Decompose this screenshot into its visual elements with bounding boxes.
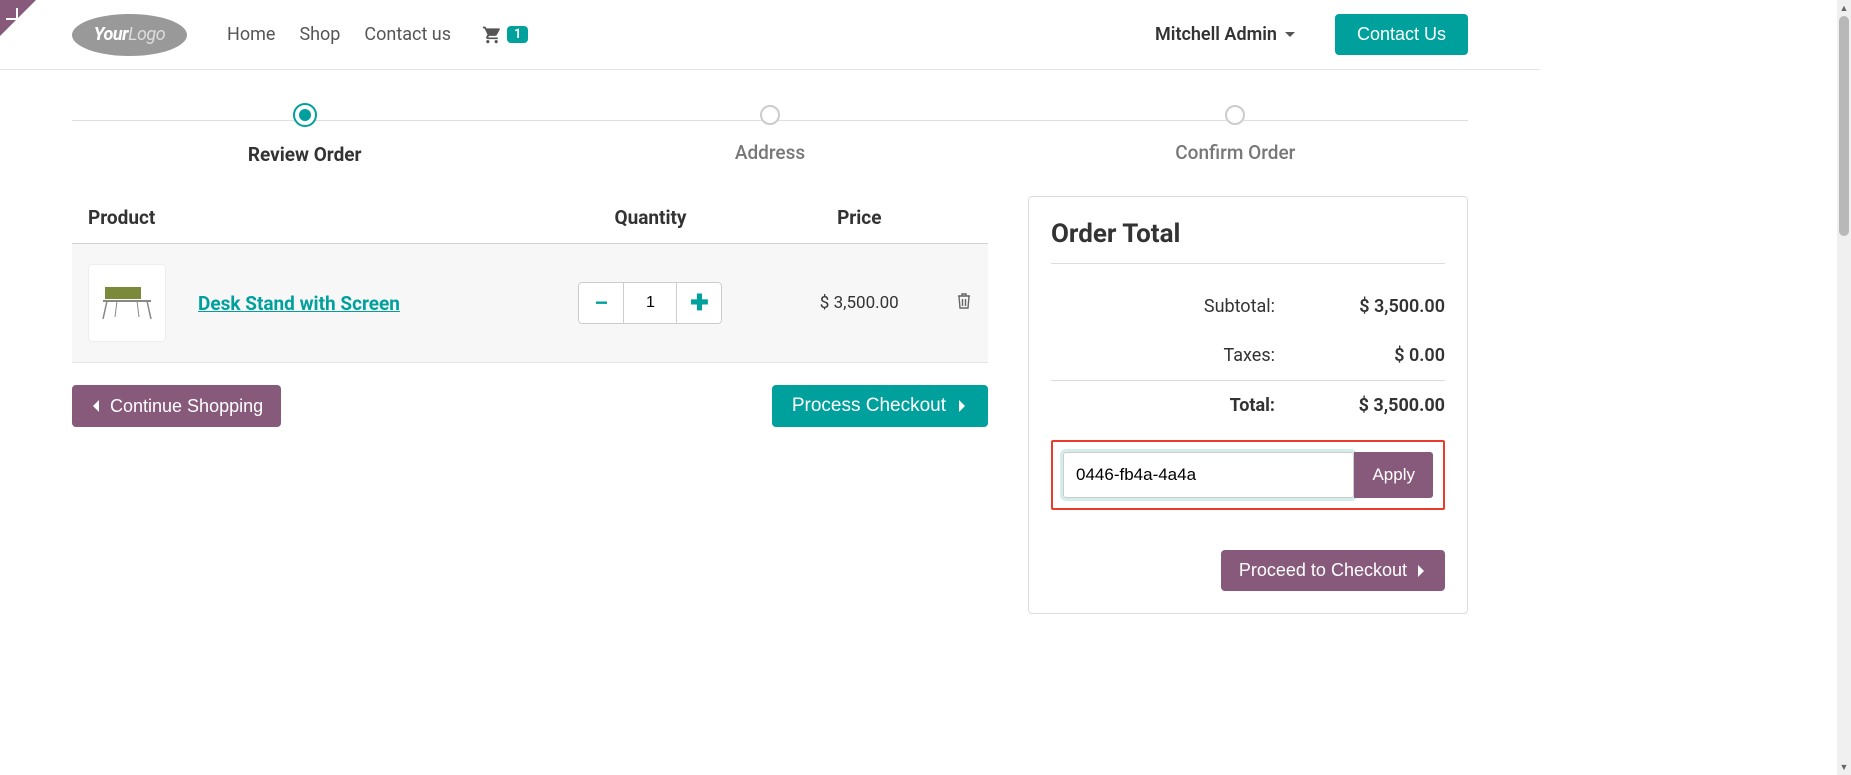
chevron-left-icon <box>90 398 102 414</box>
subtotal-label: Subtotal: <box>1051 296 1335 317</box>
table-row: Desk Stand with Screen − ✚ $ 3,500.00 <box>72 244 988 363</box>
product-name-link[interactable]: Desk Stand with Screen <box>198 292 400 315</box>
checkout-wizard: Review Order Address Confirm Order <box>0 70 1540 176</box>
step-dot-icon <box>760 105 780 125</box>
step-review[interactable]: Review Order <box>72 105 537 166</box>
cart-table: Product Quantity Price <box>72 196 988 363</box>
order-total-panel: Order Total Subtotal: $ 3,500.00 Taxes: … <box>1028 196 1468 614</box>
continue-shopping-button[interactable]: Continue Shopping <box>72 385 281 427</box>
step-dot-icon <box>293 103 317 127</box>
scroll-up-icon[interactable]: ▲ <box>1839 2 1849 14</box>
contact-us-button[interactable]: Contact Us <box>1335 14 1468 55</box>
chevron-right-icon <box>956 398 968 414</box>
logo-text-2: Logo <box>128 24 165 45</box>
total-label: Total: <box>1051 395 1335 416</box>
user-dropdown[interactable]: Mitchell Admin <box>1155 24 1295 45</box>
cart-panel: Product Quantity Price <box>72 196 988 427</box>
proceed-checkout-button[interactable]: Proceed to Checkout <box>1221 550 1445 591</box>
remove-item-button[interactable] <box>956 294 972 315</box>
site-logo[interactable]: YourLogo <box>72 14 187 56</box>
step-label: Address <box>537 141 1002 164</box>
corner-tab[interactable] <box>0 0 36 36</box>
trash-icon <box>956 292 972 310</box>
promo-code-box: Apply <box>1051 440 1445 510</box>
continue-shopping-label: Continue Shopping <box>110 396 263 417</box>
chevron-down-icon <box>1285 32 1295 37</box>
apply-promo-button[interactable]: Apply <box>1354 452 1433 498</box>
taxes-value: $ 0.00 <box>1335 345 1445 366</box>
desk-icon <box>97 283 157 323</box>
promo-code-input[interactable] <box>1063 452 1354 498</box>
step-confirm[interactable]: Confirm Order <box>1003 105 1468 166</box>
total-value: $ 3,500.00 <box>1335 395 1445 416</box>
process-checkout-button[interactable]: Process Checkout <box>772 385 988 427</box>
cart-link[interactable]: 1 <box>481 25 528 45</box>
scrollbar-thumb[interactable] <box>1839 16 1849 236</box>
step-label: Review Order <box>72 143 537 166</box>
qty-decrease-button[interactable]: − <box>579 283 623 323</box>
order-total-title: Order Total <box>1051 219 1445 264</box>
nav-shop[interactable]: Shop <box>299 24 340 45</box>
price-cell: $ 3,500.00 <box>779 244 940 363</box>
cart-icon <box>481 25 503 45</box>
main-nav: Home Shop Contact us <box>227 24 451 45</box>
user-name: Mitchell Admin <box>1155 24 1277 45</box>
cart-badge: 1 <box>507 26 528 43</box>
chevron-right-icon <box>1415 563 1427 579</box>
taxes-label: Taxes: <box>1051 345 1335 366</box>
col-product: Product <box>72 196 522 244</box>
proceed-checkout-label: Proceed to Checkout <box>1239 560 1407 581</box>
step-dot-icon <box>1225 105 1245 125</box>
process-checkout-label: Process Checkout <box>792 395 946 417</box>
nav-home[interactable]: Home <box>227 24 275 45</box>
col-quantity: Quantity <box>522 196 778 244</box>
nav-contact[interactable]: Contact us <box>364 24 451 45</box>
step-label: Confirm Order <box>1003 141 1468 164</box>
product-image <box>88 264 166 342</box>
logo-text-1: Your <box>94 24 128 45</box>
main-header: YourLogo Home Shop Contact us 1 Mitchell… <box>0 0 1540 70</box>
step-address[interactable]: Address <box>537 105 1002 166</box>
subtotal-value: $ 3,500.00 <box>1335 296 1445 317</box>
qty-input[interactable] <box>623 283 677 323</box>
quantity-stepper: − ✚ <box>578 282 722 324</box>
scroll-down-icon[interactable]: ▼ <box>1839 761 1849 773</box>
col-price: Price <box>779 196 940 244</box>
scrollbar[interactable]: ▲ ▼ <box>1837 0 1851 775</box>
qty-increase-button[interactable]: ✚ <box>677 283 721 323</box>
